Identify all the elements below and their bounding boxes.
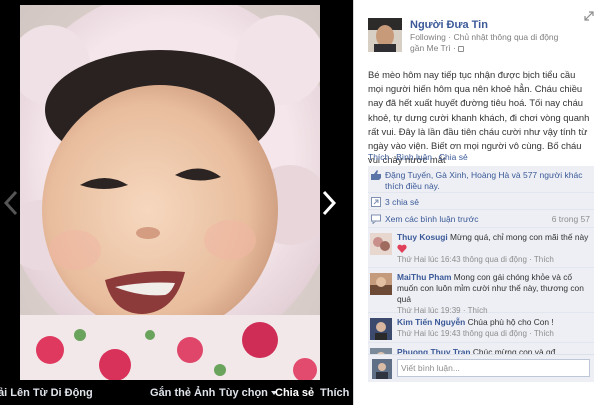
like-button[interactable]: Thích: [320, 387, 349, 399]
separator: ·: [434, 152, 437, 162]
comment-count: 6 trong 57: [551, 214, 590, 224]
share-icon: [371, 197, 381, 207]
author-meta-text: Following · Chủ nhật thông qua di động: [410, 32, 559, 42]
comment-input[interactable]: [397, 359, 590, 377]
photo-actions-bar: ải Lên Từ Di Động Gắn thẻ Ảnh Tùy chọn C…: [0, 381, 353, 405]
post-share-link[interactable]: Chia sẻ: [439, 152, 468, 162]
photo-viewer: ải Lên Từ Di Động Gắn thẻ Ảnh Tùy chọn C…: [0, 0, 353, 405]
comment-item: Kim Tiến Nguyễn Chúa phù hộ cho Con ! Th…: [368, 313, 594, 343]
tag-photo-button[interactable]: Gắn thẻ Ảnh: [150, 387, 215, 399]
feedback-section: Đặng Tuyến, Gà Xinh, Hoàng Hà và 577 ngư…: [368, 166, 594, 370]
comment-text: Chúa phù hộ cho Con !: [467, 317, 554, 327]
commenter-avatar[interactable]: [370, 318, 392, 340]
options-dropdown[interactable]: Tùy chọn: [219, 387, 277, 399]
next-arrow-icon: [322, 190, 337, 216]
post-actions: Thích · Bình luận · Chia sẻ: [368, 152, 468, 162]
commenter-name[interactable]: MaiThu Pham: [397, 272, 451, 282]
shares-text[interactable]: 3 chia sẻ: [385, 197, 419, 207]
heart-icon: [397, 244, 407, 254]
separator: ·: [391, 152, 395, 162]
post-panel: Người Đưa Tin Following · Chủ nhật thông…: [353, 0, 600, 405]
comment-icon: [371, 214, 381, 224]
current-user-avatar: [372, 359, 392, 379]
likes-summary: Đặng Tuyến, Gà Xinh, Hoàng Hà và 577 ngư…: [368, 166, 594, 193]
prev-arrow-icon: [3, 190, 18, 216]
view-previous-comments[interactable]: Xem các bình luận trước 6 trong 57: [368, 210, 594, 228]
post-like-link[interactable]: Thích: [368, 152, 389, 162]
lock-icon: [457, 45, 464, 52]
baby-photo-image: [20, 5, 320, 380]
comment-meta[interactable]: Thứ Hai lúc 19:43 thông qua di động · Th…: [397, 329, 554, 338]
commenter-avatar[interactable]: [370, 233, 392, 255]
album-link[interactable]: ải Lên Từ Di Động: [0, 387, 93, 399]
commenter-avatar[interactable]: [370, 273, 392, 295]
comment-text: Mừng quá, chỉ mong con mãi thế này: [450, 232, 589, 242]
shares-summary[interactable]: 3 chia sẻ: [368, 193, 594, 210]
author-name[interactable]: Người Đưa Tin: [410, 19, 488, 31]
author-avatar[interactable]: [368, 18, 402, 52]
baby-photo[interactable]: [20, 5, 320, 380]
prev-photo-button[interactable]: [3, 190, 19, 216]
share-button[interactable]: Chia sẻ: [275, 387, 314, 399]
like-thumb-icon: [371, 170, 381, 180]
comment-item: MaiThu Pham Mong con gái chóng khỏe và c…: [368, 268, 594, 315]
post-comment-link[interactable]: Bình luận: [396, 152, 432, 162]
location-text[interactable]: gần Me Trì ·: [410, 43, 456, 53]
location-meta: gần Me Trì ·: [410, 43, 464, 53]
commenter-name[interactable]: Thuy Kosugi: [397, 232, 448, 242]
expand-icon[interactable]: [584, 11, 594, 21]
author-meta: Following · Chủ nhật thông qua di động: [410, 32, 558, 42]
comment-item: Thuy Kosugi Mừng quá, chỉ mong con mãi t…: [368, 228, 594, 268]
write-comment-box: [368, 354, 594, 382]
view-more-text[interactable]: Xem các bình luận trước: [371, 214, 478, 224]
avatar-image: [368, 18, 402, 52]
comment-meta[interactable]: Thứ Hai lúc 16:43 thông qua di động · Th…: [397, 255, 554, 264]
likes-text[interactable]: Đặng Tuyến, Gà Xinh, Hoàng Hà và 577 ngư…: [385, 170, 582, 191]
next-photo-button[interactable]: [321, 190, 337, 216]
commenter-name[interactable]: Kim Tiến Nguyễn: [397, 317, 465, 327]
